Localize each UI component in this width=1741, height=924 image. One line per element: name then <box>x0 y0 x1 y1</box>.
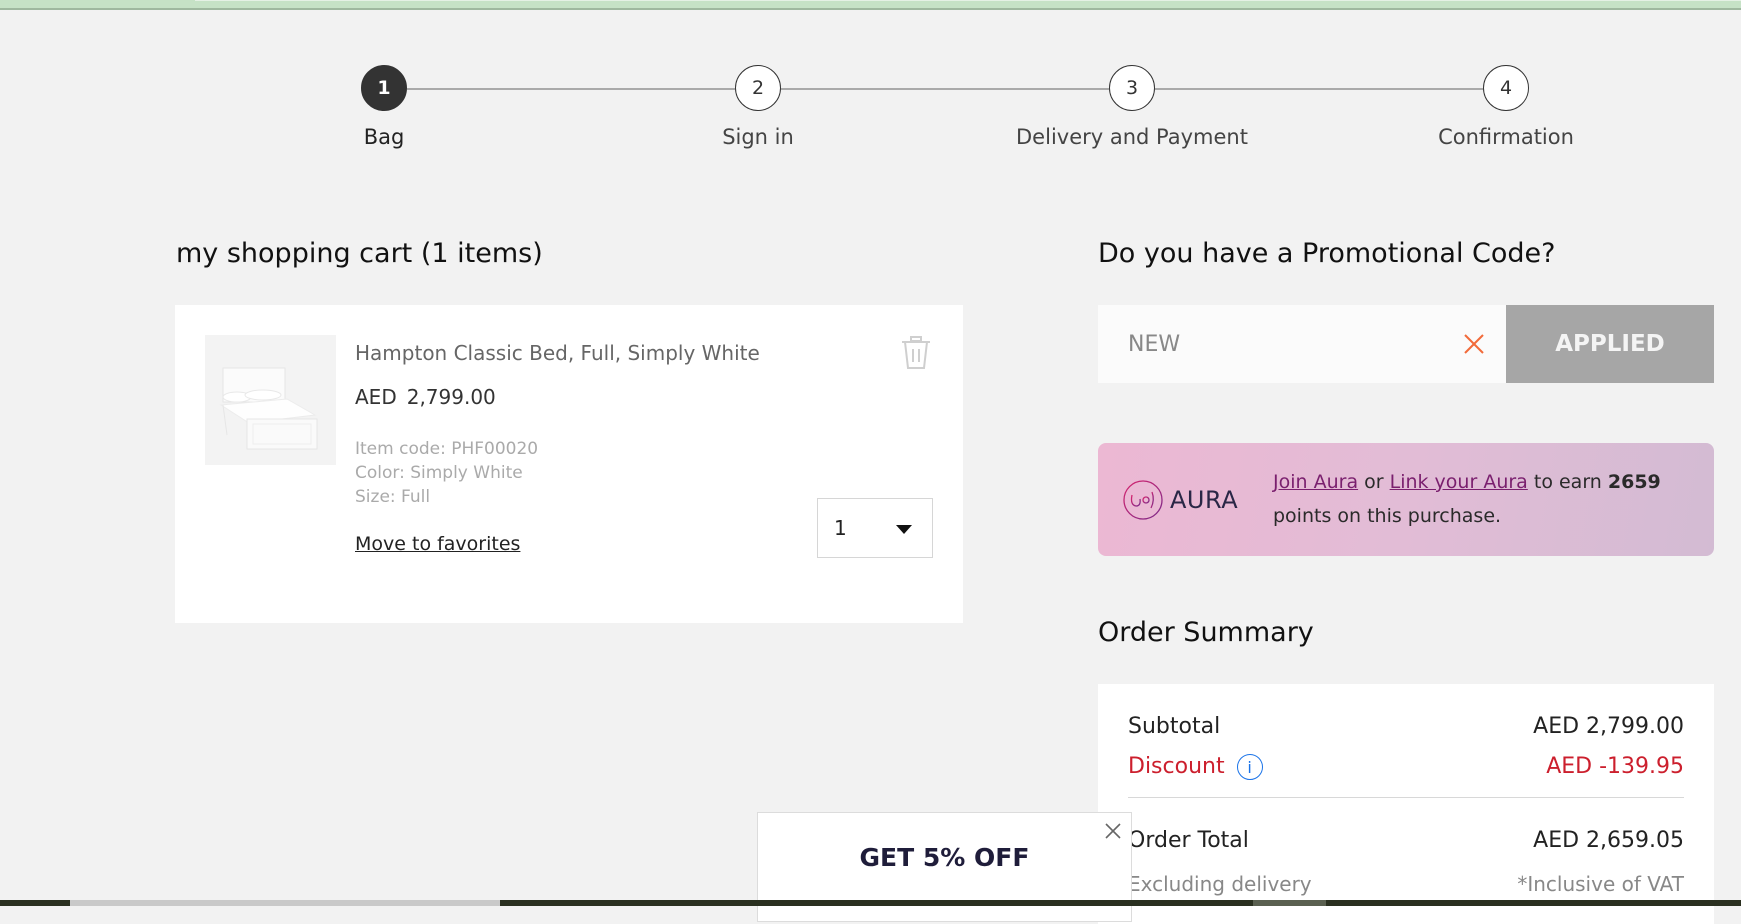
step-number: 4 <box>1483 65 1529 111</box>
delivery-note: Excluding delivery <box>1128 872 1312 896</box>
info-icon[interactable]: i <box>1236 754 1263 780</box>
step-number: 3 <box>1109 65 1155 111</box>
product-image[interactable] <box>205 335 336 465</box>
cart-item: Hampton Classic Bed, Full, Simply White … <box>175 305 963 623</box>
step-number: 1 <box>361 65 407 111</box>
quantity-select[interactable]: 1 <box>817 498 933 558</box>
subtotal-row: Subtotal AED 2,799.00 <box>1128 714 1684 739</box>
aura-points: 2659 <box>1607 471 1661 493</box>
price-amount: 2,799.00 <box>406 385 496 409</box>
order-total-row: Order Total AED 2,659.05 <box>1128 828 1684 853</box>
aura-or-text: or <box>1358 471 1390 493</box>
vat-note: *Inclusive of VAT <box>1517 872 1684 896</box>
quantity-value: 1 <box>834 516 847 540</box>
trash-icon <box>902 336 930 369</box>
order-total-label: Order Total <box>1128 828 1249 853</box>
item-code: Item code: PHF00020 <box>355 439 539 459</box>
product-price: AED 2,799.00 <box>355 385 496 409</box>
horizontal-scrollbar[interactable] <box>0 900 1741 906</box>
price-currency: AED <box>355 385 397 409</box>
step-label: Bag <box>363 125 405 149</box>
link-aura-link[interactable]: Link your Aura <box>1390 471 1528 493</box>
aura-logo-text: AURA <box>1170 486 1239 514</box>
step-number: 2 <box>735 65 781 111</box>
aura-message: Join Aura or Link your Aura to earn 2659… <box>1273 465 1703 533</box>
discount-label: Discount <box>1128 754 1225 779</box>
scrollbar-thumb[interactable] <box>70 900 500 906</box>
scrollbar-highlight <box>1253 900 1326 906</box>
aura-earn-text: to earn <box>1527 471 1608 493</box>
order-summary-title: Order Summary <box>1098 617 1314 648</box>
close-icon <box>1105 823 1121 839</box>
remove-item-button[interactable] <box>899 335 933 371</box>
subtotal-value: AED 2,799.00 <box>1533 714 1684 739</box>
discount-row: Discount i AED -139.95 <box>1128 754 1684 780</box>
promo-applied-button[interactable]: APPLIED <box>1506 305 1714 383</box>
aura-suffix-text: points on this purchase. <box>1273 505 1502 527</box>
aura-logo: AURA <box>1122 479 1238 521</box>
close-icon <box>1464 334 1484 354</box>
popup-title: GET 5% OFF <box>859 843 1030 872</box>
promo-title: Do you have a Promotional Code? <box>1098 238 1556 269</box>
step-label: Confirmation <box>1438 125 1574 149</box>
caret-down-icon <box>896 525 912 534</box>
product-name[interactable]: Hampton Classic Bed, Full, Simply White <box>355 341 760 365</box>
cart-title: my shopping cart (1 items) <box>176 238 543 269</box>
promo-code-field <box>1098 305 1506 383</box>
clear-promo-button[interactable] <box>1462 332 1486 356</box>
order-total-value: AED 2,659.05 <box>1533 828 1684 853</box>
product-meta: Item code: PHF00020 Color: Simply White … <box>355 437 538 509</box>
step-sign-in[interactable]: 2 Sign in <box>638 65 878 149</box>
order-summary-card: Subtotal AED 2,799.00 Discount i AED -139… <box>1098 684 1714 924</box>
bed-image-icon <box>219 367 318 450</box>
step-label: Delivery and Payment <box>1016 125 1248 149</box>
item-size: Size: Full <box>355 487 431 507</box>
item-color: Color: Simply White <box>355 463 523 483</box>
popup-close-button[interactable] <box>1103 821 1123 841</box>
summary-divider <box>1128 797 1684 798</box>
discount-value: AED -139.95 <box>1546 754 1684 779</box>
join-aura-link[interactable]: Join Aura <box>1273 471 1358 493</box>
step-confirmation[interactable]: 4 Confirmation <box>1386 65 1626 149</box>
aura-logo-icon <box>1123 480 1163 520</box>
step-label: Sign in <box>722 125 794 149</box>
subtotal-label: Subtotal <box>1128 714 1221 739</box>
step-delivery-payment[interactable]: 3 Delivery and Payment <box>1012 65 1252 149</box>
move-to-favorites-link[interactable]: Move to favorites <box>355 533 520 555</box>
checkout-stepper: 1 Bag 2 Sign in 3 Delivery and Payment 4… <box>0 0 1741 170</box>
promo-code-input[interactable] <box>1098 305 1458 383</box>
step-bag[interactable]: 1 Bag <box>264 65 504 149</box>
aura-loyalty-banner: AURA Join Aura or Link your Aura to earn… <box>1098 443 1714 556</box>
order-total-notes: Excluding delivery *Inclusive of VAT <box>1128 872 1684 896</box>
